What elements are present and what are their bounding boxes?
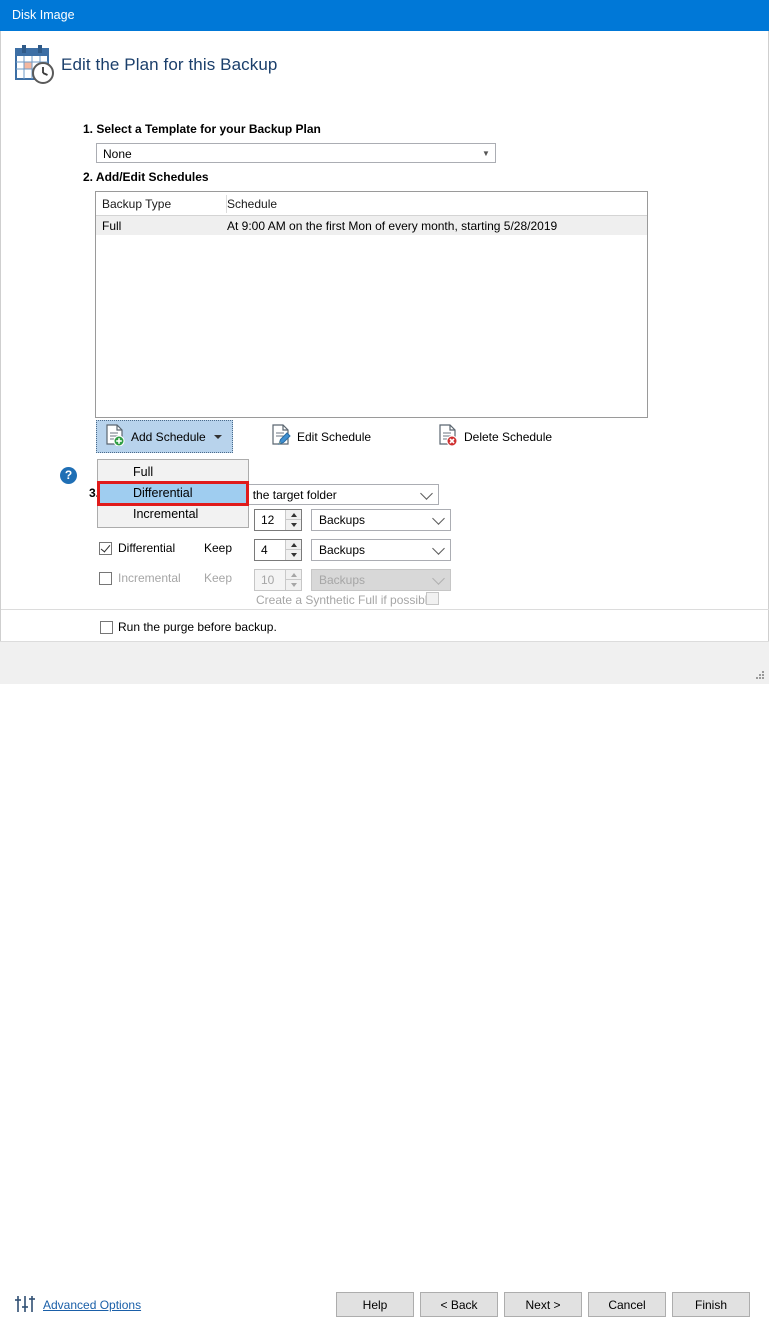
- stepper-up-icon[interactable]: [286, 510, 301, 520]
- keep-differential-unit-value: Backups: [319, 543, 366, 557]
- edit-schedule-label: Edit Schedule: [297, 429, 372, 444]
- chevron-down-icon[interactable]: ▼: [477, 144, 495, 162]
- add-schedule-dropdown-menu[interactable]: Full Differential Incremental: [97, 459, 249, 528]
- stepper-down-icon[interactable]: [286, 550, 301, 560]
- stepper-down-icon[interactable]: [286, 520, 301, 530]
- step2-label: 2. Add/Edit Schedules: [83, 170, 209, 184]
- delete-schedule-label: Delete Schedule: [464, 429, 553, 444]
- keep-incremental-unit-value: Backups: [319, 573, 366, 587]
- template-select[interactable]: None ▼: [96, 143, 496, 163]
- keep-incremental-value: 10: [261, 573, 275, 587]
- run-purge-before-label: Run the purge before backup.: [118, 620, 277, 634]
- keep-full-unit-value: Backups: [319, 513, 366, 527]
- column-header-schedule: Schedule: [227, 197, 278, 211]
- column-header-backup-type: Backup Type: [102, 197, 172, 211]
- next-button[interactable]: Next >: [504, 1292, 582, 1317]
- finish-button[interactable]: Finish: [672, 1292, 750, 1317]
- back-button[interactable]: < Back: [420, 1292, 498, 1317]
- dialog-footer: Advanced Options Help < Back Next > Canc…: [0, 641, 769, 1317]
- keep-full-stepper[interactable]: 12: [254, 509, 302, 531]
- document-add-icon: [105, 424, 125, 449]
- keep-incremental-label: Incremental: [118, 571, 181, 585]
- keep-incremental-checkbox[interactable]: [99, 572, 112, 585]
- chevron-down-icon[interactable]: [432, 542, 445, 555]
- edit-schedule-button[interactable]: Edit Schedule: [263, 420, 379, 453]
- add-schedule-label: Add Schedule: [131, 429, 206, 444]
- delete-schedule-button[interactable]: Delete Schedule: [430, 420, 560, 453]
- keep-differential-keep-label: Keep: [204, 541, 233, 555]
- stepper-up-icon[interactable]: [286, 540, 301, 550]
- chevron-down-icon[interactable]: [420, 487, 433, 500]
- keep-incremental-stepper: 10: [254, 569, 302, 591]
- stepper-buttons[interactable]: [285, 540, 301, 560]
- keep-incremental-unit-select: Backups: [311, 569, 451, 591]
- keep-differential-value: 4: [261, 543, 268, 557]
- sliders-icon: [14, 1294, 36, 1314]
- run-purge-before-checkbox[interactable]: [100, 621, 113, 634]
- step1-label: 1. Select a Template for your Backup Pla…: [83, 122, 321, 136]
- template-select-value: None: [103, 147, 132, 161]
- menu-item-incremental[interactable]: Incremental: [98, 504, 248, 525]
- stepper-buttons: [285, 570, 301, 590]
- help-icon[interactable]: ?: [60, 467, 77, 484]
- dialog-client-area: Edit the Plan for this Backup 1. Select …: [0, 31, 769, 663]
- window-title-bar: Disk Image: [0, 0, 769, 31]
- document-delete-icon: [438, 424, 458, 449]
- menu-item-differential[interactable]: Differential: [98, 483, 248, 504]
- stepper-up-icon: [286, 570, 301, 580]
- page-title: Edit the Plan for this Backup: [61, 55, 278, 74]
- document-edit-icon: [271, 424, 291, 449]
- keep-differential-stepper[interactable]: 4: [254, 539, 302, 561]
- window-title: Disk Image: [12, 8, 75, 22]
- keep-differential-checkbox[interactable]: [99, 542, 112, 555]
- stepper-buttons[interactable]: [285, 510, 301, 530]
- keep-differential-unit-select[interactable]: Backups: [311, 539, 451, 561]
- chevron-down-icon[interactable]: [432, 512, 445, 525]
- resize-grip[interactable]: [755, 671, 765, 681]
- help-button[interactable]: Help: [336, 1292, 414, 1317]
- chevron-down-icon[interactable]: [214, 435, 222, 439]
- schedules-table-header: Backup Type Schedule: [96, 192, 647, 216]
- table-row[interactable]: Full At 9:00 AM on the first Mon of ever…: [96, 216, 647, 235]
- advanced-options-link[interactable]: Advanced Options: [43, 1298, 141, 1312]
- section-divider: [1, 609, 769, 610]
- keep-incremental-keep-label: Keep: [204, 571, 233, 585]
- menu-item-full[interactable]: Full: [98, 462, 248, 483]
- keep-full-unit-select[interactable]: Backups: [311, 509, 451, 531]
- keep-full-value: 12: [261, 513, 275, 527]
- stepper-down-icon: [286, 580, 301, 590]
- synthetic-full-label: Create a Synthetic Full if possible: [256, 593, 435, 607]
- row-backup-type: Full: [102, 219, 122, 233]
- calendar-clock-icon: [13, 43, 57, 87]
- cancel-button[interactable]: Cancel: [588, 1292, 666, 1317]
- schedules-table[interactable]: Backup Type Schedule Full At 9:00 AM on …: [95, 191, 648, 418]
- chevron-down-icon: [432, 572, 445, 585]
- add-schedule-button[interactable]: Add Schedule: [96, 420, 233, 453]
- keep-differential-label: Differential: [118, 541, 176, 555]
- row-schedule: At 9:00 AM on the first Mon of every mon…: [227, 219, 558, 233]
- synthetic-full-checkbox: [426, 592, 439, 605]
